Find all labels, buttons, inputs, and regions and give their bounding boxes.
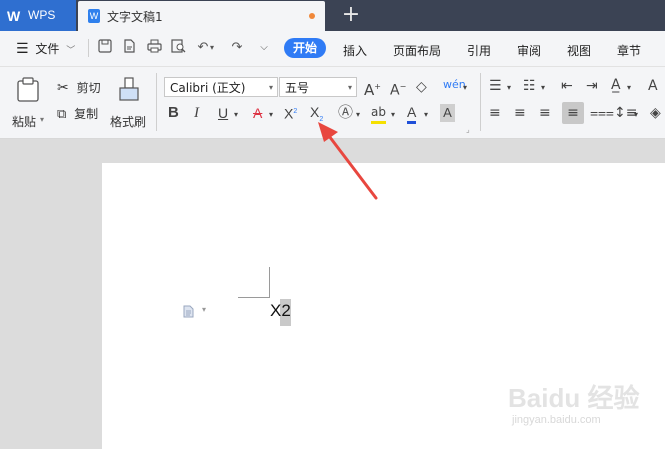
paste-label: 粘贴	[12, 115, 37, 129]
distribute-icon[interactable]: ⩶	[590, 104, 614, 122]
align-left-icon[interactable]: ≡	[489, 104, 501, 122]
format-painter-button[interactable]: 格式刷	[110, 75, 150, 129]
chevron-down-icon[interactable]: ▾	[391, 106, 395, 124]
print-preview-icon[interactable]	[169, 39, 187, 57]
tab-chapter[interactable]: 章节	[617, 42, 641, 59]
unsaved-dot-icon	[309, 13, 315, 19]
tab-home[interactable]: 开始	[284, 38, 326, 58]
paintbrush-icon	[119, 77, 139, 101]
print-icon[interactable]	[145, 39, 163, 57]
shrink-font-icon[interactable]: A−	[390, 78, 406, 100]
wps-logo-icon: W	[7, 8, 21, 24]
baidu-watermark-url: jingyan.baidu.com	[512, 414, 601, 426]
chevron-down-icon[interactable]: ▾	[234, 106, 238, 124]
strikethrough-icon[interactable]: A	[253, 104, 262, 122]
scissors-icon: ✂	[57, 80, 69, 96]
chevron-down-icon[interactable]: ▾	[541, 79, 545, 97]
chevron-down-icon: ▾	[347, 83, 352, 92]
wps-home-tab[interactable]: W WPS	[0, 0, 76, 31]
character-shading-icon[interactable]: A	[440, 104, 455, 122]
file-menu-label: 文件	[35, 42, 60, 56]
margin-corner-mark	[269, 267, 270, 298]
tab-page-layout[interactable]: 页面布局	[393, 42, 441, 59]
tab-review[interactable]: 审阅	[517, 42, 541, 59]
paste-button[interactable]: 粘贴 ▾	[12, 75, 48, 129]
document-tab-title: 文字文稿1	[107, 10, 163, 24]
increase-indent-icon[interactable]: ⇥	[586, 77, 598, 95]
wps-home-label: WPS	[28, 8, 56, 22]
bullet-list-icon[interactable]: ☰	[489, 77, 502, 95]
copy-label: 复制	[74, 107, 99, 121]
new-tab-button[interactable]: +	[340, 3, 362, 27]
align-right-icon[interactable]: ≡	[539, 104, 551, 122]
chevron-down-icon[interactable]: ▾	[627, 79, 631, 97]
document-icon: W	[88, 9, 100, 23]
font-dialog-launcher-icon[interactable]: ⌟	[466, 121, 470, 139]
shading-icon[interactable]: ◈	[650, 104, 661, 122]
divider	[88, 39, 89, 57]
document-text[interactable]: X2	[270, 301, 291, 321]
menu-bar: ☰ 文件 ﹀ ↶ ▾ ↷ ⌵ 开始 插入 页面布局 引用 审阅 视图 章节	[0, 31, 665, 67]
document-tab[interactable]: W 文字文稿1	[78, 1, 325, 31]
format-painter-label: 格式刷	[110, 115, 147, 129]
divider	[480, 73, 481, 131]
annotation-arrow	[318, 122, 378, 200]
tab-view[interactable]: 视图	[567, 42, 591, 59]
chevron-down-icon: ﹀	[66, 46, 76, 56]
divider	[156, 73, 157, 131]
copy-icon: ⧉	[57, 107, 67, 122]
margin-corner-mark	[238, 297, 270, 298]
export-pdf-icon[interactable]	[120, 39, 138, 57]
clipboard-icon	[17, 77, 39, 102]
numbered-list-icon[interactable]: ☷	[523, 77, 536, 95]
decrease-indent-icon[interactable]: ⇤	[561, 77, 573, 95]
italic-icon[interactable]: I	[194, 104, 199, 122]
save-icon[interactable]	[96, 39, 114, 57]
chevron-down-icon[interactable]: ▾	[202, 305, 206, 314]
cut-button[interactable]: ✂ 剪切	[57, 79, 101, 96]
chevron-down-icon[interactable]: ▾	[634, 106, 638, 124]
chevron-down-icon[interactable]: ▾	[463, 79, 467, 97]
chevron-down-icon: ▾	[40, 115, 45, 124]
font-size-select[interactable]: 五号 ▾	[279, 77, 357, 97]
font-color-icon[interactable]: A	[407, 103, 417, 124]
chevron-down-icon[interactable]: ▾	[269, 106, 273, 124]
justify-icon[interactable]: ≡	[562, 102, 584, 124]
chevron-down-icon: ▾	[268, 83, 273, 92]
hamburger-icon: ☰	[16, 41, 29, 57]
text-direction-icon[interactable]: A̲	[611, 76, 621, 94]
tab-references[interactable]: 引用	[467, 42, 491, 59]
font-name-select[interactable]: Calibri (正文) ▾	[164, 77, 278, 97]
copy-button[interactable]: ⧉ 复制	[57, 105, 98, 122]
paragraph-layout-icon[interactable]	[183, 305, 194, 318]
redo-icon[interactable]: ↷	[228, 39, 246, 57]
customize-toolbar-icon[interactable]: ⌵	[255, 39, 273, 57]
align-center-icon[interactable]: ≡	[514, 104, 526, 122]
sort-icon[interactable]: A	[648, 77, 658, 95]
clear-format-icon[interactable]: ◇	[416, 78, 427, 96]
file-menu[interactable]: ☰ 文件 ﹀	[16, 40, 75, 57]
chevron-down-icon[interactable]: ▾	[424, 106, 428, 124]
bold-icon[interactable]: B	[168, 104, 179, 122]
cut-label: 剪切	[76, 81, 101, 95]
font-size-value: 五号	[285, 81, 310, 95]
superscript-icon[interactable]: X2	[284, 103, 297, 123]
underline-icon[interactable]: U	[218, 104, 228, 122]
chevron-down-icon[interactable]: ▾	[507, 79, 511, 97]
font-name-value: Calibri (正文)	[170, 81, 246, 95]
tab-insert[interactable]: 插入	[343, 42, 367, 59]
baidu-watermark: Baidu 经验	[508, 383, 640, 413]
undo-dropdown-icon[interactable]: ▾	[208, 39, 216, 57]
grow-font-icon[interactable]: A+	[364, 78, 381, 99]
